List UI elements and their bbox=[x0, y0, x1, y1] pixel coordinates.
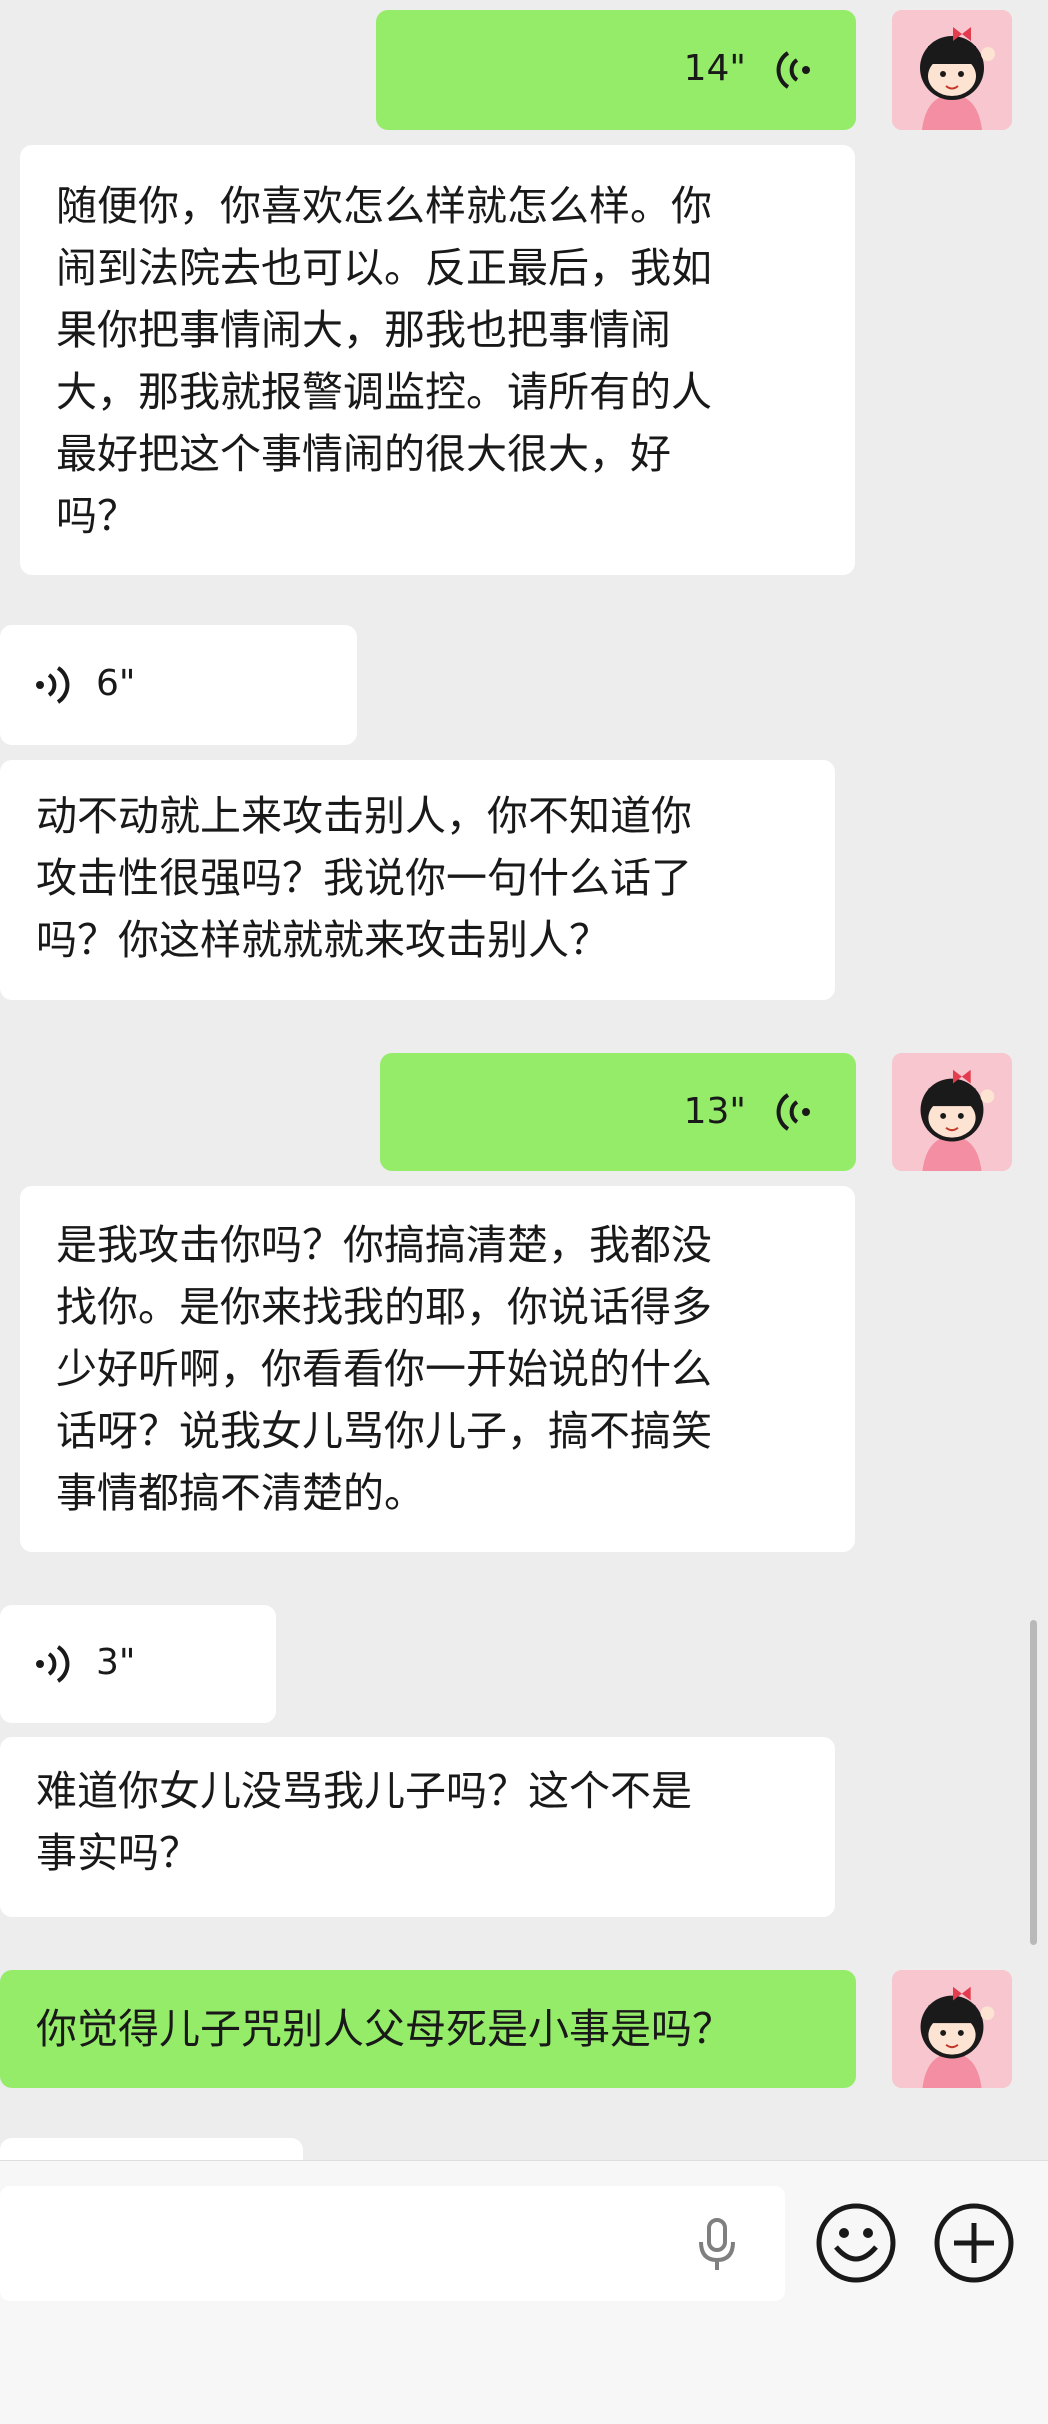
cartoon-girl-avatar-icon bbox=[893, 1970, 1011, 2088]
chat-scrollbar[interactable] bbox=[1030, 1620, 1037, 1945]
voice-duration: 3" bbox=[96, 1642, 136, 1683]
plus-icon[interactable] bbox=[932, 2201, 1016, 2285]
voice-duration: 13" bbox=[683, 1091, 746, 1132]
message-text: 随便你，你喜欢怎么样就怎么样。你 闹到法院去也可以。反正最后，我如 果你把事情闹… bbox=[56, 182, 712, 540]
voice-duration: 14" bbox=[683, 48, 746, 89]
message-input[interactable] bbox=[0, 2186, 785, 2301]
message-text: 难道你女儿没骂我儿子吗？这个不是 事实吗？ bbox=[36, 1767, 692, 1877]
voice-duration: 6" bbox=[96, 663, 136, 704]
voice-wave-icon bbox=[776, 1093, 810, 1131]
avatar-self[interactable] bbox=[892, 1053, 1012, 1171]
message-text: 是我攻击你吗？你搞搞清楚，我都没 找你。是你来找我的耶，你说话得多 少好听啊，你… bbox=[56, 1221, 712, 1517]
voice-message-self[interactable]: 13" bbox=[380, 1053, 856, 1171]
avatar-self[interactable] bbox=[892, 1970, 1012, 2088]
input-bar bbox=[0, 2160, 1048, 2424]
message-text: 动不动就上来攻击别人，你不知道你 攻击性很强吗？我说你一句什么话了 吗？你这样就… bbox=[36, 792, 692, 964]
avatar-self[interactable] bbox=[892, 10, 1012, 130]
voice-wave-icon bbox=[776, 51, 810, 89]
text-message-other[interactable]: 动不动就上来攻击别人，你不知道你 攻击性很强吗？我说你一句什么话了 吗？你这样就… bbox=[0, 760, 835, 1000]
text-message-other[interactable]: 随便你，你喜欢怎么样就怎么样。你 闹到法院去也可以。反正最后，我如 果你把事情闹… bbox=[20, 145, 855, 575]
text-message-other[interactable]: 难道你女儿没骂我儿子吗？这个不是 事实吗？ bbox=[0, 1737, 835, 1917]
emoji-icon[interactable] bbox=[814, 2201, 898, 2285]
cartoon-girl-avatar-icon bbox=[892, 10, 1012, 130]
voice-wave-icon bbox=[36, 1645, 70, 1683]
message-text: 你觉得儿子咒别人父母死是小事是吗？ bbox=[36, 2005, 733, 2053]
voice-message-other[interactable]: 6" bbox=[0, 625, 357, 745]
voice-wave-icon bbox=[36, 666, 70, 704]
voice-message-other[interactable]: 3" bbox=[0, 1605, 276, 1723]
text-message-self[interactable]: 你觉得儿子咒别人父母死是小事是吗？ bbox=[0, 1970, 856, 2088]
chat-area[interactable]: 14" 随便你，你喜欢怎么样就怎么样。你 闹到法院去也可以。反正最后，我如 果你… bbox=[0, 0, 1048, 2198]
voice-message-self[interactable]: 14" bbox=[376, 10, 856, 130]
text-message-other[interactable]: 是我攻击你吗？你搞搞清楚，我都没 找你。是你来找我的耶，你说话得多 少好听啊，你… bbox=[20, 1186, 855, 1552]
cartoon-girl-avatar-icon bbox=[893, 1053, 1011, 1171]
microphone-icon[interactable] bbox=[692, 2216, 742, 2274]
